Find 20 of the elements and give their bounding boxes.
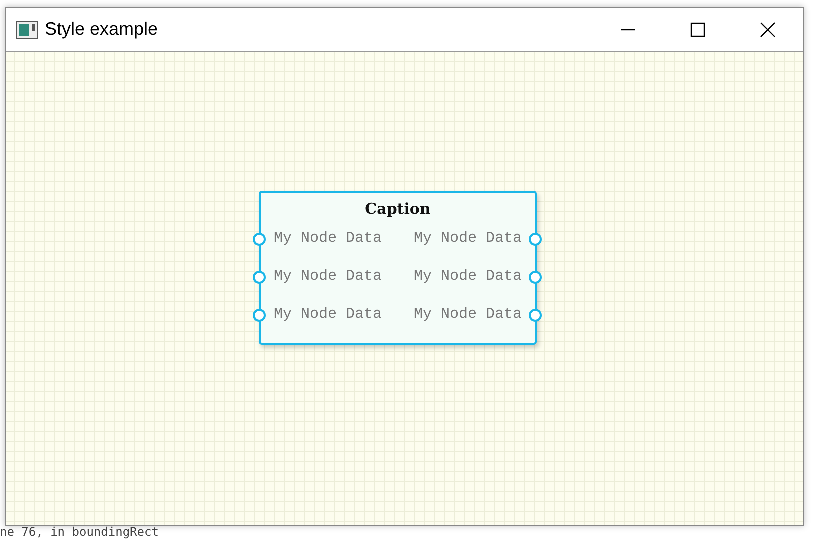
output-label: My Node Data: [414, 230, 522, 248]
input-label: My Node Data: [274, 306, 382, 324]
input-port[interactable]: [253, 309, 266, 322]
minimize-icon: [621, 28, 635, 30]
output-port[interactable]: [529, 233, 542, 246]
output-label: My Node Data: [414, 306, 522, 324]
output-port[interactable]: [529, 309, 542, 322]
close-icon: [760, 22, 776, 38]
input-port[interactable]: [253, 233, 266, 246]
window-title: Style example: [45, 19, 158, 40]
console-text: ne 76, in boundingRect: [0, 526, 159, 539]
output-label: My Node Data: [414, 268, 522, 286]
input-label: My Node Data: [274, 230, 382, 248]
input-label: My Node Data: [274, 268, 382, 286]
input-port[interactable]: [253, 271, 266, 284]
output-port[interactable]: [529, 271, 542, 284]
maximize-icon: [690, 22, 706, 38]
node-caption: Caption: [364, 200, 432, 218]
node-body[interactable]: Caption My Node Data My Node Data My Node Data My Node Data My Node Data My Node Data: [259, 191, 537, 345]
window-icon: [16, 20, 38, 38]
